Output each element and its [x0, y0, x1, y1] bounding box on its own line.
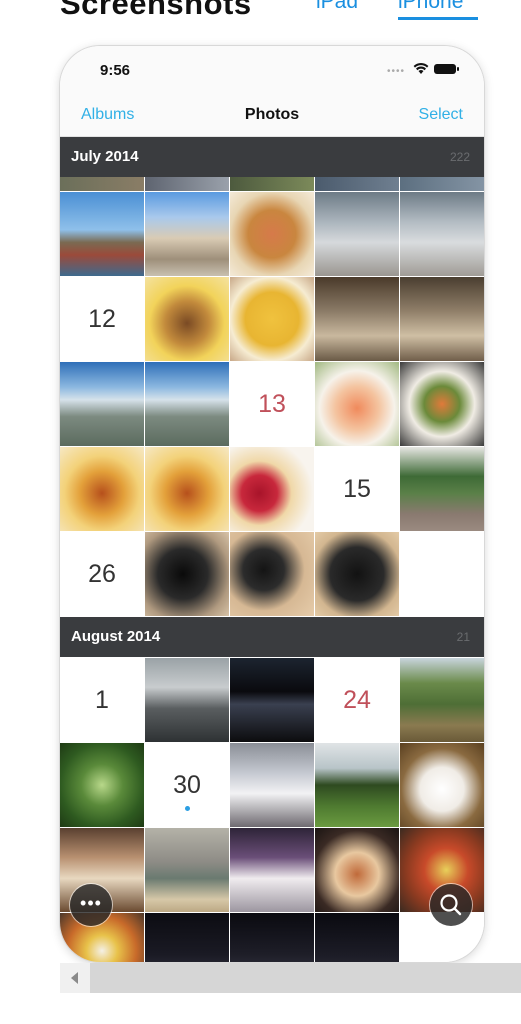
photo-thumbnail[interactable]: [400, 743, 484, 827]
photo-thumbnail[interactable]: [60, 192, 144, 276]
date-label: 12: [60, 277, 144, 361]
photo-thumbnail[interactable]: [315, 192, 399, 276]
photo-thumbnail[interactable]: [315, 828, 399, 912]
page-title: Screenshots: [60, 0, 252, 21]
page-header: Screenshots iPad iPhone: [0, 0, 521, 40]
phone-screenshot: 9:56 •••• Albums Photos Select July 2014…: [60, 46, 484, 962]
photo-thumbnail[interactable]: [60, 177, 144, 191]
photo-thumbnail[interactable]: [400, 658, 484, 742]
photo-thumbnail[interactable]: [60, 362, 144, 446]
photo-thumbnail[interactable]: [230, 177, 314, 191]
photo-thumbnail[interactable]: [60, 447, 144, 531]
section-title: July 2014: [71, 148, 139, 165]
section-header-august: August 2014 21: [60, 617, 484, 657]
section-header-july: July 2014 222: [60, 137, 484, 177]
cellular-dots-icon: ••••: [387, 66, 406, 77]
section-count: 21: [456, 630, 470, 644]
section-title: August 2014: [71, 628, 161, 645]
photo-thumbnail[interactable]: [145, 362, 229, 446]
photo-thumbnail[interactable]: [315, 362, 399, 446]
photo-thumbnail[interactable]: [230, 743, 314, 827]
select-button[interactable]: Select: [419, 106, 463, 124]
photo-thumbnail[interactable]: [315, 177, 399, 191]
date-label: 13: [230, 362, 314, 446]
scroll-left-button[interactable]: [60, 963, 90, 993]
search-button[interactable]: [430, 884, 472, 926]
photo-thumbnail[interactable]: [145, 192, 229, 276]
magnifier-icon: [440, 894, 462, 916]
photo-thumbnail[interactable]: [145, 447, 229, 531]
photo-thumbnail[interactable]: [230, 828, 314, 912]
photo-thumbnail[interactable]: [230, 658, 314, 742]
wifi-icon: [413, 62, 429, 74]
tab-selected-indicator: [398, 17, 478, 20]
photo-thumbnail[interactable]: [315, 913, 399, 962]
date-label: 30: [145, 743, 229, 827]
more-button[interactable]: •••: [70, 884, 112, 926]
photo-thumbnail[interactable]: [145, 828, 229, 912]
date-label: 24: [315, 658, 399, 742]
photo-thumbnail[interactable]: [60, 743, 144, 827]
tab-ipad[interactable]: iPad: [316, 0, 358, 14]
photo-thumbnail[interactable]: [145, 532, 229, 616]
photo-thumbnail[interactable]: [400, 277, 484, 361]
date-label: 15: [315, 447, 399, 531]
photo-thumbnail[interactable]: [230, 532, 314, 616]
photo-thumbnail[interactable]: [145, 277, 229, 361]
status-bar: 9:56 ••••: [60, 46, 484, 96]
empty-cell: [400, 532, 484, 616]
photo-thumbnail[interactable]: [145, 177, 229, 191]
photo-thumbnail[interactable]: [230, 913, 314, 962]
status-time: 9:56: [100, 62, 131, 79]
photo-thumbnail[interactable]: [145, 658, 229, 742]
section-count: 222: [449, 150, 470, 164]
photo-thumbnail[interactable]: [145, 913, 229, 962]
unread-dot: [185, 806, 190, 811]
photo-thumbnail[interactable]: [230, 192, 314, 276]
battery-icon: [434, 64, 459, 74]
date-label: 26: [60, 532, 144, 616]
photo-thumbnail[interactable]: [315, 743, 399, 827]
photo-thumbnail[interactable]: [400, 362, 484, 446]
date-number: 30: [173, 770, 201, 799]
photo-thumbnail[interactable]: [315, 277, 399, 361]
photo-thumbnail[interactable]: [230, 277, 314, 361]
photo-thumbnail[interactable]: [400, 447, 484, 531]
photo-thumbnail[interactable]: [400, 177, 484, 191]
tab-iphone[interactable]: iPhone: [398, 0, 463, 14]
horizontal-scrollbar[interactable]: [60, 963, 521, 993]
photo-thumbnail[interactable]: [315, 532, 399, 616]
date-label: 1: [60, 658, 144, 742]
photo-thumbnail[interactable]: [400, 192, 484, 276]
photo-thumbnail[interactable]: [230, 447, 314, 531]
navigation-bar: Albums Photos Select: [60, 96, 484, 137]
